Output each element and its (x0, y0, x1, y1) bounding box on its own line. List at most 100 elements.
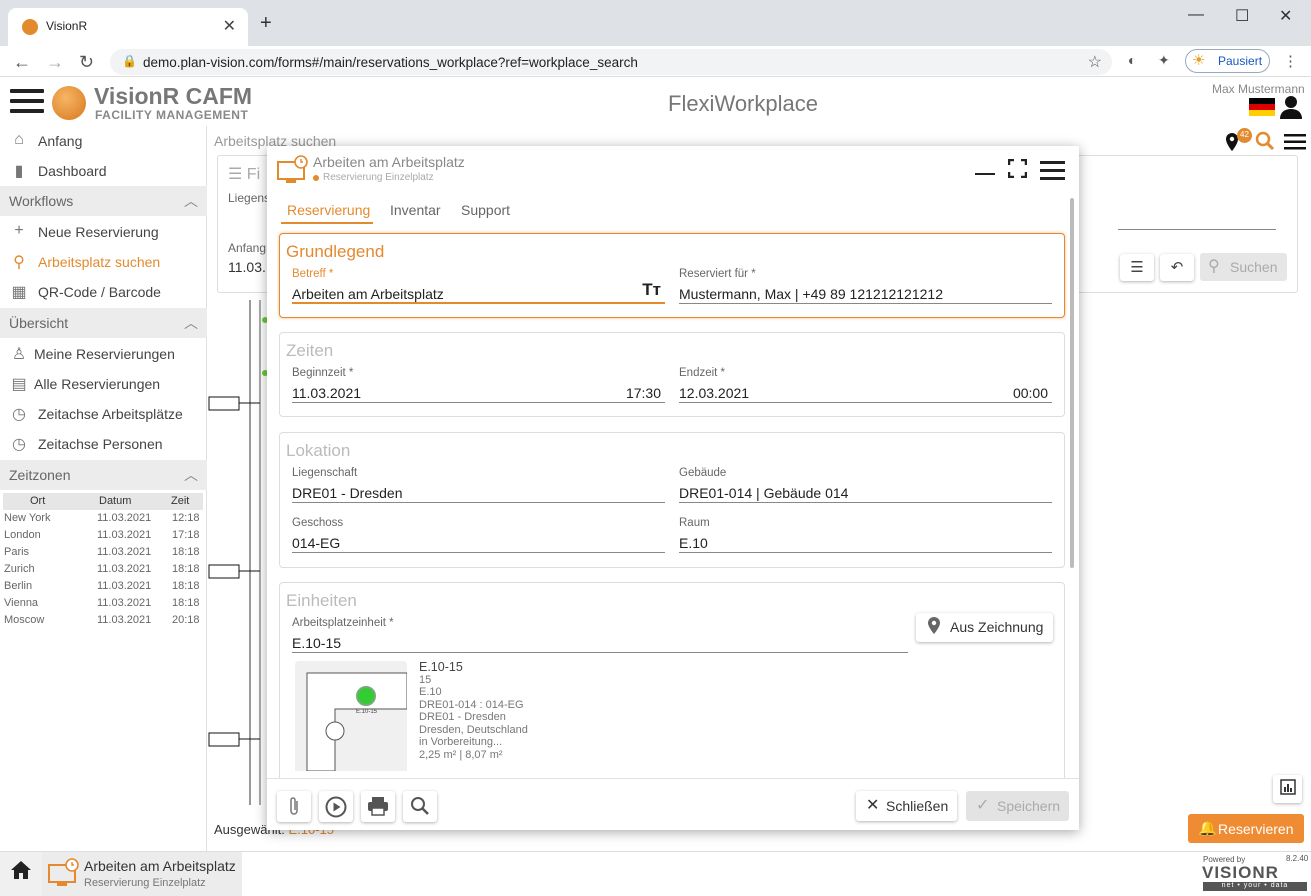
sidebar-item-dashboard[interactable]: ▮ Dashboard (0, 156, 207, 186)
sidebar-item-qr-code[interactable]: ▦ QR-Code / Barcode (0, 277, 207, 307)
table-row: Berlin 11.03.2021 18:18 (3, 578, 203, 595)
brand-subtitle: FACILITY MANAGEMENT (95, 108, 249, 122)
browser-tab[interactable]: VisionR ✕ (8, 8, 248, 46)
user-icon[interactable] (1280, 95, 1302, 125)
unit-thumbnail[interactable]: E.10-15 (295, 661, 408, 772)
sidebar-item-alle-reservierungen[interactable]: ▤ Alle Reservierungen (0, 369, 207, 399)
save-button-label: Speichern (997, 798, 1061, 814)
floorplan-drawing[interactable] (208, 300, 268, 810)
geschoss-field[interactable]: Geschoss 014-EG (292, 517, 665, 553)
dialog-menu-icon[interactable] (1040, 161, 1065, 185)
overview-section-header[interactable]: Übersicht ︿ (0, 308, 207, 338)
bookmark-star-icon[interactable]: ☆ (1088, 52, 1102, 72)
unit-info-line: Dresden, Deutschland (419, 723, 528, 736)
sidebar-item-zeitachse-arbeitsplaetze[interactable]: ◷ Zeitachse Arbeitsplätze (0, 399, 207, 429)
chevron-up-icon: ︿ (184, 193, 198, 209)
tab-reservierung[interactable]: Reservierung (281, 198, 373, 224)
close-button[interactable]: ✕ Schließen (856, 791, 957, 821)
map-pin-icon[interactable] (1222, 129, 1311, 155)
search-button[interactable] (403, 791, 437, 822)
sidebar-item-label: Alle Reservierungen (34, 376, 161, 392)
browser-tab-title: VisionR (46, 19, 88, 33)
field-label: Gebäude (679, 467, 727, 479)
beginnzeit-field[interactable]: Beginnzeit * 11.03.2021 17:30 (292, 367, 665, 403)
close-window-icon[interactable]: ✕ (1279, 6, 1292, 26)
sidebar-item-neue-reservierung[interactable]: + Neue Reservierung (0, 217, 207, 247)
reserve-button-label: Reservieren (1218, 821, 1294, 837)
unit-info-line: 2,25 m² | 8,07 m² (419, 748, 503, 761)
browser-menu-icon[interactable]: ⋮ (1283, 52, 1298, 70)
tz-time: 18:18 (172, 546, 200, 558)
field-value: Mustermann, Max | +49 89 121212121212 (679, 286, 943, 302)
maximize-window-icon[interactable]: ☐ (1235, 6, 1249, 26)
liegenschaft-field[interactable]: Liegenschaft DRE01 - Dresden (292, 467, 665, 503)
main-menu-icon[interactable] (10, 89, 44, 115)
attach-button[interactable] (277, 791, 311, 822)
tz-city: Paris (4, 546, 30, 558)
home-button[interactable] (0, 852, 42, 896)
sidebar-item-label: Dashboard (38, 163, 107, 179)
list-view-button[interactable]: ☰ (1120, 254, 1154, 281)
profile-button[interactable]: ☀ Pausiert (1185, 49, 1270, 73)
anfang-value: 11.03. (228, 259, 266, 275)
extensions-puzzle-icon[interactable]: ✦ (1158, 52, 1170, 69)
dialog-scrollbar[interactable] (1070, 198, 1074, 568)
address-bar[interactable]: 🔒 demo.plan-vision.com/forms#/main/reser… (110, 49, 1112, 75)
table-row: Paris 11.03.2021 18:18 (3, 544, 203, 561)
close-tab-icon[interactable]: ✕ (223, 16, 236, 36)
field-value: E.10 (679, 535, 708, 551)
sidebar-item-arbeitsplatz-suchen[interactable]: ⚲ Arbeitsplatz suchen (0, 247, 207, 277)
chevron-up-icon: ︿ (184, 315, 198, 331)
version-text: 8.2.40 (1286, 854, 1309, 863)
tab-support[interactable]: Support (461, 198, 521, 224)
reservation-dialog: Arbeiten am Arbeitsplatz Reservierung Ei… (267, 146, 1079, 830)
taskbar-window-tile[interactable]: Arbeiten am Arbeitsplatz Reservierung Ei… (42, 852, 242, 896)
tz-time: 20:18 (172, 614, 200, 626)
undo-button[interactable]: ↶ (1160, 254, 1194, 281)
reserve-button[interactable]: 🔔 Reservieren (1188, 814, 1304, 843)
extension-circle-icon[interactable]: ◐ (1128, 52, 1136, 68)
print-button[interactable] (361, 791, 395, 822)
table-row: Zurich 11.03.2021 18:18 (3, 561, 203, 578)
text-format-icon[interactable]: Tт (642, 280, 661, 300)
aus-zeichnung-button[interactable]: Aus Zeichnung (916, 613, 1053, 642)
german-flag-icon[interactable] (1249, 98, 1275, 116)
timezone-table: Ort Datum Zeit New York 11.03.2021 12:18 L… (3, 493, 203, 629)
reserviert-fuer-field[interactable]: Reserviert für * Mustermann, Max | +49 8… (679, 268, 1052, 304)
fullscreen-icon[interactable] (1008, 159, 1027, 178)
sidebar-item-meine-reservierungen[interactable]: ♙ Meine Reservierungen (0, 339, 207, 369)
tz-city: Moscow (4, 614, 45, 626)
browser-toolbar: ← → ↻ 🔒 demo.plan-vision.com/forms#/main… (0, 46, 1311, 77)
minimize-window-icon[interactable]: — (1188, 6, 1204, 24)
filter-label: ☰ Fi (228, 166, 261, 183)
app-title: FlexiWorkplace (668, 91, 818, 116)
play-button[interactable] (319, 791, 353, 822)
section-lokation: Lokation Liegenschaft DRE01 - Dresden Ge… (279, 432, 1065, 568)
timezones-section-header[interactable]: Zeitzonen ︿ (0, 460, 207, 490)
dialog-title: Arbeiten am Arbeitsplatz (313, 154, 465, 170)
check-icon: ✓ (976, 797, 990, 814)
endzeit-field[interactable]: Endzeit * 12.03.2021 00:00 (679, 367, 1052, 403)
sidebar-item-anfang[interactable]: ⌂ Anfang (0, 126, 207, 156)
reload-icon[interactable]: ↻ (79, 52, 94, 73)
raum-field[interactable]: Raum E.10 (679, 517, 1052, 553)
gebaeude-field[interactable]: Gebäude DRE01-014 | Gebäude 014 (679, 467, 1052, 503)
dialog-subtitle: Reservierung Einzelplatz (323, 172, 434, 183)
back-arrow-icon[interactable]: ← (13, 52, 31, 73)
chart-button[interactable] (1273, 775, 1302, 803)
field-label: Reserviert für * (679, 268, 756, 280)
workflows-section-header[interactable]: Workflows ︿ (0, 186, 207, 216)
search-button[interactable]: ⚲ Suchen (1200, 253, 1287, 281)
forward-arrow-icon[interactable]: → (46, 52, 64, 73)
sidebar-item-zeitachse-personen[interactable]: ◷ Zeitachse Personen (0, 429, 207, 459)
minimize-icon[interactable] (975, 173, 995, 175)
save-button[interactable]: ✓ Speichern (966, 791, 1069, 821)
sidebar-item-label: Zeitachse Personen (38, 436, 163, 452)
betreff-field[interactable]: Betreff * Arbeiten am Arbeitsplatz Tт (292, 268, 665, 304)
new-tab-icon[interactable]: + (260, 12, 272, 35)
search-icon: ⚲ (1208, 258, 1220, 275)
tab-inventar[interactable]: Inventar (390, 198, 450, 224)
visionr-powered-logo: Powered by 8.2.40 VISIONR net • your • d… (1201, 854, 1309, 891)
arbeitsplatzeinheit-field[interactable]: Arbeitsplatzeinheit * E.10-15 (292, 617, 908, 653)
bell-plus-icon: 🔔 (1198, 820, 1217, 837)
